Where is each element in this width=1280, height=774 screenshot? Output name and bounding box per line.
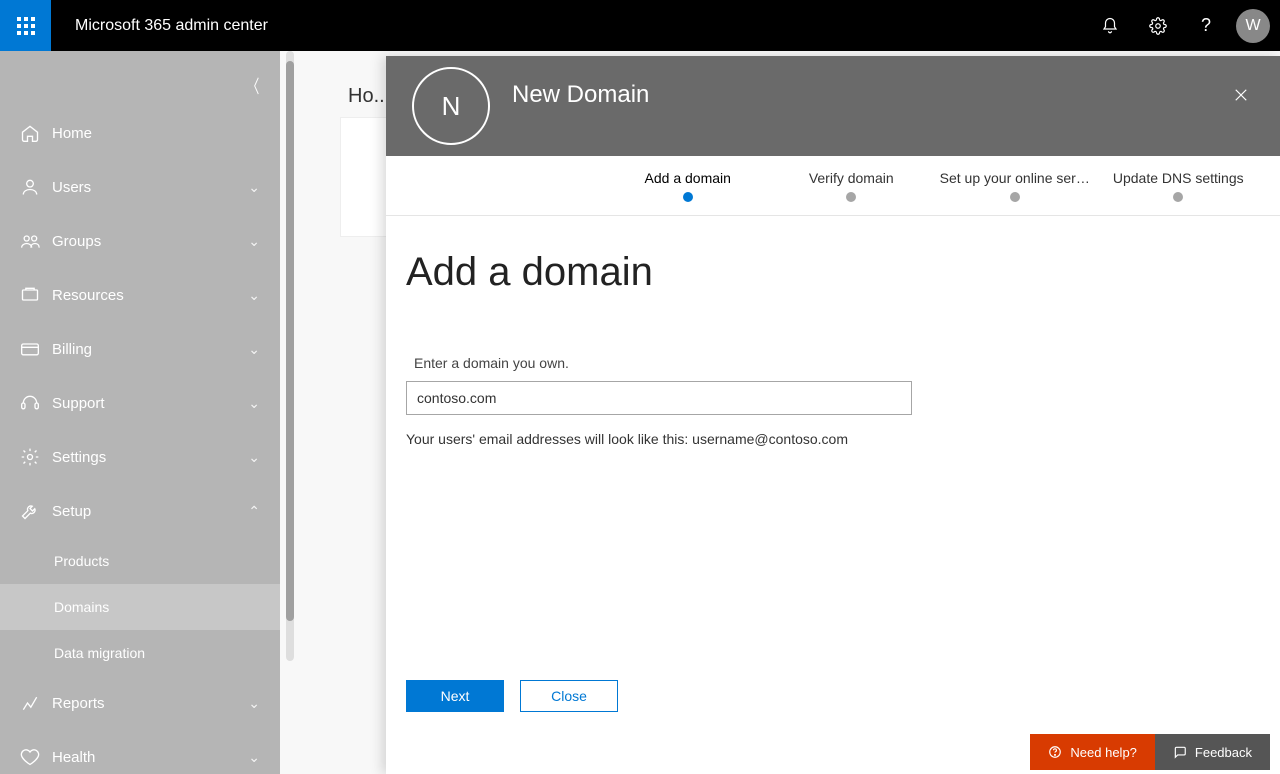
nav-resources[interactable]: Resources ⌄ — [0, 268, 280, 322]
nav-setup-data-migration[interactable]: Data migration — [0, 630, 280, 676]
step-dot-icon — [846, 192, 856, 202]
chevron-left-icon: 〈 — [247, 77, 260, 97]
scroll-thumb[interactable] — [286, 61, 294, 621]
step-dot-icon — [683, 192, 693, 202]
chat-icon — [1173, 745, 1187, 759]
nav-reports[interactable]: Reports ⌄ — [0, 676, 280, 730]
step-dot-icon — [1173, 192, 1183, 202]
nav-groups[interactable]: Groups ⌄ — [0, 214, 280, 268]
sidebar: 〈 Home Users ⌄ Groups ⌄ Resources ⌄ Bill… — [0, 51, 280, 774]
bell-icon — [1101, 17, 1119, 35]
chevron-up-icon: ⌃ — [248, 503, 260, 520]
nav-setup-domains[interactable]: Domains — [0, 584, 280, 630]
panel-heading: Add a domain — [406, 250, 1260, 295]
chevron-down-icon: ⌄ — [248, 695, 260, 712]
avatar[interactable]: W — [1236, 9, 1270, 43]
nav-settings[interactable]: Settings ⌄ — [0, 430, 280, 484]
panel-title: New Domain — [512, 81, 649, 109]
nav-label: Reports — [52, 695, 248, 712]
breadcrumb: Ho... — [348, 85, 390, 108]
notifications-button[interactable] — [1086, 0, 1134, 51]
nav-label: Resources — [52, 287, 248, 304]
step-online-services[interactable]: Set up your online ser… — [933, 170, 1097, 202]
step-dns[interactable]: Update DNS settings — [1097, 170, 1261, 202]
nav: Home Users ⌄ Groups ⌄ Resources ⌄ Billin… — [0, 106, 280, 774]
chart-icon — [20, 693, 52, 713]
topbar: Microsoft 365 admin center ? W — [0, 0, 1280, 51]
chevron-down-icon: ⌄ — [248, 449, 260, 466]
need-help-label: Need help? — [1070, 745, 1137, 760]
nav-label: Users — [52, 179, 248, 196]
step-dot-icon — [1010, 192, 1020, 202]
panel-footer: Next Close — [386, 680, 1280, 712]
nav-label: Setup — [52, 503, 248, 520]
nav-health[interactable]: Health ⌄ — [0, 730, 280, 774]
app-launcher-icon — [17, 17, 35, 35]
nav-label: Home — [52, 125, 260, 142]
gear-icon — [20, 447, 52, 467]
resources-icon — [20, 285, 52, 305]
home-icon — [20, 123, 52, 143]
step-label: Add a domain — [645, 170, 731, 186]
topbar-right: ? W — [1086, 0, 1280, 51]
nav-label: Health — [52, 749, 248, 766]
chevron-down-icon: ⌄ — [248, 179, 260, 196]
panel-close-button[interactable] — [1232, 86, 1250, 104]
nav-label: Support — [52, 395, 248, 412]
step-label: Update DNS settings — [1113, 170, 1244, 186]
feedback-label: Feedback — [1195, 745, 1252, 760]
step-label: Verify domain — [809, 170, 894, 186]
wizard-steps: Add a domain Verify domain Set up your o… — [386, 156, 1280, 216]
user-icon — [20, 177, 52, 197]
bottom-bar: Need help? Feedback — [1030, 734, 1270, 770]
nav-label: Settings — [52, 449, 248, 466]
step-add-domain[interactable]: Add a domain — [606, 170, 770, 202]
step-verify-domain[interactable]: Verify domain — [770, 170, 934, 202]
app-launcher[interactable] — [0, 0, 51, 51]
chevron-down-icon: ⌄ — [248, 287, 260, 304]
chevron-down-icon: ⌄ — [248, 233, 260, 250]
domain-input[interactable] — [406, 381, 912, 415]
panel-header: N New Domain — [386, 56, 1280, 156]
email-hint: Your users' email addresses will look li… — [406, 431, 1260, 447]
domain-field-label: Enter a domain you own. — [414, 355, 1260, 371]
nav-label: Billing — [52, 341, 248, 358]
help-circle-icon — [1048, 745, 1062, 759]
chevron-down-icon: ⌄ — [248, 341, 260, 358]
close-icon — [1232, 86, 1250, 104]
close-button[interactable]: Close — [520, 680, 618, 712]
gear-icon — [1149, 17, 1167, 35]
panel-body: Add a domain Enter a domain you own. You… — [386, 216, 1280, 680]
nav-label: Groups — [52, 233, 248, 250]
feedback-button[interactable]: Feedback — [1155, 734, 1270, 770]
nav-setup[interactable]: Setup ⌃ — [0, 484, 280, 538]
support-icon — [20, 393, 52, 413]
need-help-button[interactable]: Need help? — [1030, 734, 1155, 770]
nav-setup-products[interactable]: Products — [0, 538, 280, 584]
group-icon — [20, 231, 52, 251]
chevron-down-icon: ⌄ — [248, 749, 260, 766]
scrollbar[interactable] — [286, 51, 294, 661]
question-icon: ? — [1201, 15, 1211, 36]
billing-icon — [20, 339, 52, 359]
settings-button[interactable] — [1134, 0, 1182, 51]
nav-users[interactable]: Users ⌄ — [0, 160, 280, 214]
heart-icon — [20, 747, 52, 767]
nav-home[interactable]: Home — [0, 106, 280, 160]
step-label: Set up your online ser… — [940, 170, 1090, 186]
nav-billing[interactable]: Billing ⌄ — [0, 322, 280, 376]
help-button[interactable]: ? — [1182, 0, 1230, 51]
panel-circle-icon: N — [412, 67, 490, 145]
nav-support[interactable]: Support ⌄ — [0, 376, 280, 430]
next-button[interactable]: Next — [406, 680, 504, 712]
new-domain-panel: N New Domain Add a domain Verify domain … — [386, 56, 1280, 774]
sidebar-collapse[interactable]: 〈 — [247, 73, 260, 99]
chevron-down-icon: ⌄ — [248, 395, 260, 412]
app-title: Microsoft 365 admin center — [75, 17, 268, 35]
wrench-icon — [20, 501, 52, 521]
